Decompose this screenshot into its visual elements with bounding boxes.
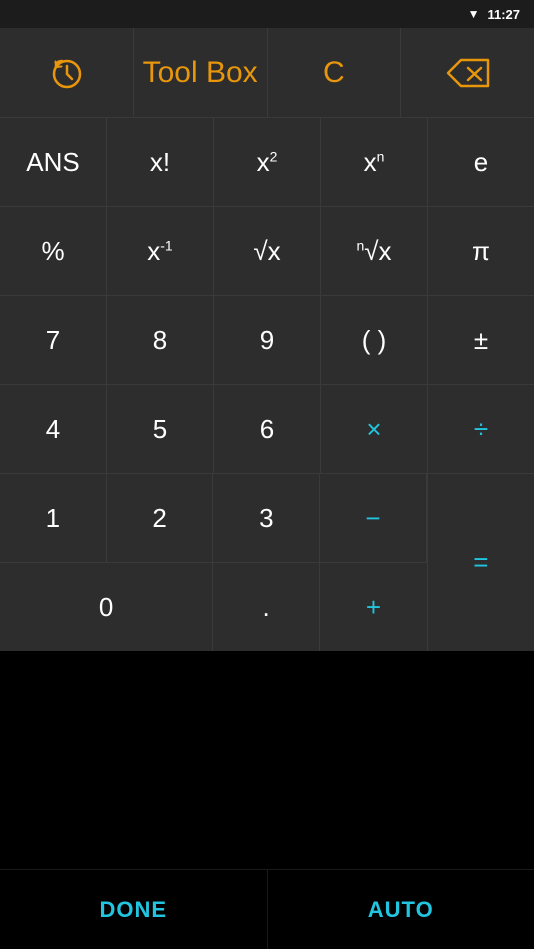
four-button[interactable]: 4	[0, 385, 107, 473]
eight-button[interactable]: 8	[107, 296, 214, 384]
auto-button[interactable]: AUTO	[268, 870, 534, 949]
paren-button[interactable]: ( )	[321, 296, 428, 384]
seven-button[interactable]: 7	[0, 296, 107, 384]
square-button[interactable]: x2	[214, 118, 321, 206]
rows-56: 1 2 3 0 . − + =	[0, 474, 534, 651]
title-cell: Tool Box	[134, 28, 268, 117]
wifi-icon: ▼	[468, 7, 480, 21]
nine-button[interactable]: 9	[214, 296, 321, 384]
clear-button[interactable]: C	[268, 28, 402, 117]
done-button[interactable]: DONE	[0, 870, 268, 949]
status-bar: ▼ 11:27	[0, 0, 534, 28]
five-button[interactable]: 5	[107, 385, 214, 473]
keypad: ANS x! x2 xn e % x-1 √x n√x π 7 8 9 ( ) …	[0, 118, 534, 651]
sqrt-button[interactable]: √x	[214, 207, 321, 295]
history-button[interactable]	[0, 28, 134, 117]
ans-button[interactable]: ANS	[0, 118, 107, 206]
footer: DONE AUTO	[0, 869, 534, 949]
backspace-button[interactable]	[401, 28, 534, 117]
euler-button[interactable]: e	[428, 118, 534, 206]
zero-button[interactable]: 0	[0, 563, 213, 651]
row-2: % x-1 √x n√x π	[0, 207, 534, 296]
minus-button[interactable]: −	[320, 474, 426, 563]
three-button[interactable]: 3	[213, 474, 319, 562]
six-button[interactable]: 6	[214, 385, 321, 473]
time-display: 11:27	[487, 7, 520, 22]
backspace-icon	[446, 58, 490, 88]
decimal-button[interactable]: .	[213, 563, 319, 651]
row-1: ANS x! x2 xn e	[0, 118, 534, 207]
clear-label: C	[323, 56, 345, 90]
one-button[interactable]: 1	[0, 474, 107, 562]
app-title: Tool Box	[143, 56, 258, 90]
empty-space	[0, 651, 534, 869]
row-3: 7 8 9 ( ) ±	[0, 296, 534, 385]
power-button[interactable]: xn	[321, 118, 428, 206]
percent-button[interactable]: %	[0, 207, 107, 295]
header-bar: Tool Box C	[0, 28, 534, 118]
row-4: 4 5 6 × ÷	[0, 385, 534, 474]
inverse-button[interactable]: x-1	[107, 207, 214, 295]
nth-root-button[interactable]: n√x	[321, 207, 428, 295]
plus-button[interactable]: +	[320, 563, 426, 651]
pi-button[interactable]: π	[428, 207, 534, 295]
plusminus-button[interactable]: ±	[428, 296, 534, 384]
history-icon	[47, 54, 85, 92]
app-wrapper: ▼ 11:27 Tool Box C	[0, 0, 534, 949]
factorial-button[interactable]: x!	[107, 118, 214, 206]
multiply-button[interactable]: ×	[321, 385, 428, 473]
divide-button[interactable]: ÷	[428, 385, 534, 473]
two-button[interactable]: 2	[107, 474, 214, 562]
equals-button[interactable]: =	[428, 474, 534, 650]
